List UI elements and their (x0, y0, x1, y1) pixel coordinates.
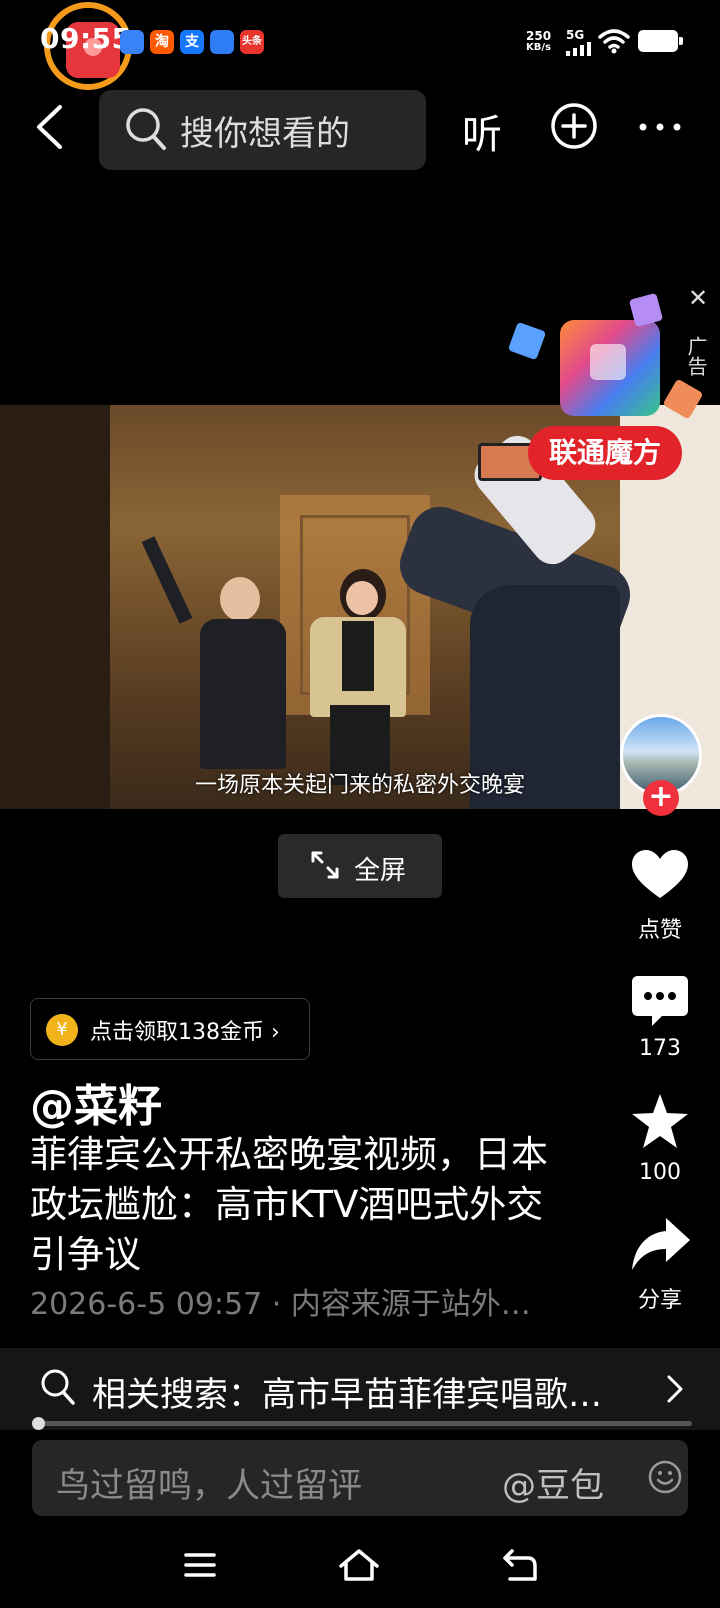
like-label[interactable]: 点赞 (610, 912, 710, 944)
coin-reward-label: 点击领取138金币 (90, 1020, 264, 1045)
ad-brand-badge[interactable]: 联通魔方 (528, 426, 682, 480)
back-icon[interactable] (34, 104, 64, 150)
follow-plus-icon[interactable]: + (643, 780, 679, 816)
menu-icon[interactable] (184, 1552, 216, 1578)
more-icon[interactable] (638, 122, 682, 132)
ad-cube-small-icon (507, 321, 547, 361)
status-bar: 09:55 淘 支 头条 250 KB/s 5G (0, 0, 720, 90)
share-label[interactable]: 分享 (610, 1282, 710, 1314)
related-search-text[interactable]: 相关搜索：高市早苗菲律宾唱歌… (92, 1367, 602, 1416)
search-icon (41, 1369, 75, 1405)
browser-icon (210, 30, 234, 54)
comment-icon[interactable] (632, 976, 688, 1028)
qq-icon (120, 30, 144, 54)
progress-handle[interactable] (32, 1417, 45, 1430)
alipay-icon: 支 (180, 30, 204, 54)
net-speed: 250 KB/s (526, 30, 551, 54)
back-nav-icon[interactable] (502, 1548, 538, 1582)
ad-label: 广告 (684, 336, 708, 376)
ad-close-icon[interactable]: ✕ (688, 284, 708, 312)
battery-icon (638, 30, 683, 52)
expand-icon (311, 851, 339, 879)
signal-icon (566, 42, 591, 56)
status-time: 09:55 (40, 22, 132, 55)
mention-button[interactable]: @豆包 (502, 1458, 604, 1507)
video-subtitle: 一场原本关起门来的私密外交晚宴 (194, 773, 525, 798)
taobao-icon: 淘 (150, 30, 174, 54)
author-name[interactable]: @菜籽 (30, 1070, 162, 1134)
favorite-count: 100 (639, 1160, 681, 1185)
video-progress-bar[interactable] (36, 1421, 692, 1426)
chevron-right-icon: › (264, 1020, 280, 1045)
emoji-icon[interactable] (648, 1460, 682, 1494)
comment-count: 173 (639, 1036, 681, 1061)
add-icon[interactable] (550, 102, 598, 150)
system-nav-bar (0, 1540, 720, 1600)
network-type: 5G (566, 28, 585, 42)
heart-icon[interactable] (632, 850, 688, 900)
ad-cube-icon[interactable] (560, 320, 660, 416)
comment-placeholder[interactable]: 鸟过留鸣，人过留评 (56, 1458, 362, 1507)
net-speed-value: 250 (526, 29, 552, 43)
search-placeholder[interactable]: 搜你想看的 (180, 106, 350, 155)
listen-button[interactable]: 听 (462, 102, 502, 160)
coin-reward-text[interactable]: 点击领取138金币 › (90, 1014, 280, 1046)
search-icon (126, 108, 166, 150)
toutiao-icon: 头条 (240, 30, 264, 54)
net-speed-unit: KB/s (526, 42, 552, 53)
wifi-icon (598, 29, 630, 54)
post-title[interactable]: 菲律宾公开私密晚宴视频，日本政坛尴尬：高市KTV酒吧式外交引争议 (30, 1130, 550, 1280)
fullscreen-label[interactable]: 全屏 (354, 850, 406, 887)
share-icon[interactable] (632, 1218, 690, 1270)
post-meta: 2026-6-5 09:57 · 内容来源于站外… (30, 1287, 531, 1322)
chevron-right-icon[interactable] (666, 1374, 684, 1404)
home-icon[interactable] (338, 1548, 380, 1582)
star-icon[interactable] (632, 1094, 688, 1148)
coin-icon: ¥ (46, 1014, 78, 1046)
